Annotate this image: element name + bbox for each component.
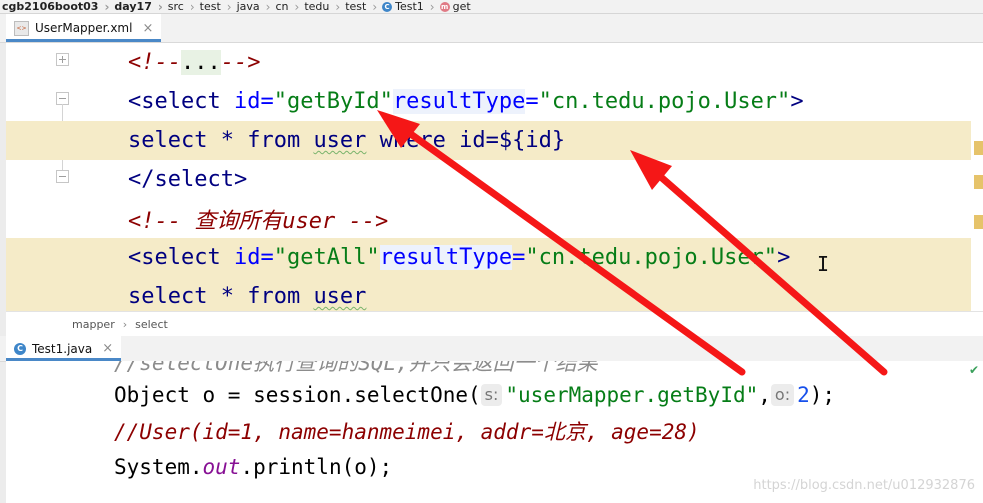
- error-stripe: [971, 43, 983, 311]
- structure-crumb-mapper[interactable]: mapper: [72, 318, 115, 331]
- breadcrumb-test-pkg[interactable]: test ›: [343, 0, 380, 13]
- close-icon[interactable]: ×: [102, 341, 113, 356]
- code-line-collapsed-comment: <!--... -->: [128, 50, 261, 75]
- code-line-selectone: Object o = session.selectOne(s: "userMapp…: [114, 383, 836, 407]
- breadcrumb-class[interactable]: C Test1 ›: [380, 0, 437, 13]
- watermark: https://blog.csdn.net/u012932876: [753, 478, 975, 493]
- text-cursor-icon: I: [817, 252, 830, 276]
- code-line-sql-getbyid: select * from user where id=${id}: [6, 121, 971, 160]
- xml-structure-breadcrumb: mapper › select: [6, 311, 983, 337]
- breadcrumb-method[interactable]: m get: [438, 0, 474, 13]
- xml-file-icon: <>: [14, 20, 29, 36]
- breadcrumb-test[interactable]: test ›: [198, 0, 235, 13]
- java-tab-bar: C Test1.java ×: [0, 336, 983, 362]
- close-icon[interactable]: ×: [142, 21, 153, 36]
- breadcrumb-java[interactable]: java ›: [235, 0, 274, 13]
- java-class-icon: C: [14, 342, 26, 355]
- tab-test1-java[interactable]: C Test1.java ×: [6, 336, 122, 361]
- chevron-right-icon: ›: [122, 317, 128, 331]
- structure-crumb-select[interactable]: select: [135, 318, 168, 331]
- warning-mark[interactable]: [974, 141, 983, 155]
- code-line-sql-getall: select * from user: [6, 277, 971, 311]
- tab-label: Test1.java: [32, 341, 93, 356]
- code-line-close-select: </select>: [128, 167, 248, 192]
- code-line-select-getbyid: <select id = "getById" resultType = "cn.tedu…: [128, 89, 804, 114]
- param-hint-s: s:: [480, 384, 503, 406]
- breadcrumb-module[interactable]: day17 ›: [112, 0, 165, 13]
- warning-mark[interactable]: [974, 175, 983, 189]
- breadcrumb-tedu[interactable]: tedu ›: [302, 0, 343, 13]
- xml-editor[interactable]: <!--... --> <select id = "getById" resultTy…: [6, 43, 983, 311]
- tab-label: UserMapper.xml: [35, 21, 133, 35]
- warning-mark[interactable]: [974, 215, 983, 229]
- code-line-comment: <!-- 查询所有user -->: [128, 208, 389, 234]
- xml-tab-bar: <> UserMapper.xml ×: [0, 14, 983, 43]
- method-icon: m: [439, 1, 450, 12]
- tab-usermapper-xml[interactable]: <> UserMapper.xml ×: [6, 14, 162, 42]
- breadcrumb-cn[interactable]: cn ›: [273, 0, 302, 13]
- navigation-breadcrumb: cgb2106boot03 › day17 › src › test › java › c…: [0, 0, 983, 14]
- class-icon: C: [382, 1, 393, 12]
- code-line-user-comment: //User(id=1, name=hanmeimei, addr=北京, ag…: [114, 420, 700, 444]
- breadcrumb-project[interactable]: cgb2106boot03 ›: [0, 0, 112, 13]
- param-hint-o: o:: [770, 384, 795, 406]
- breadcrumb-src[interactable]: src ›: [166, 0, 198, 13]
